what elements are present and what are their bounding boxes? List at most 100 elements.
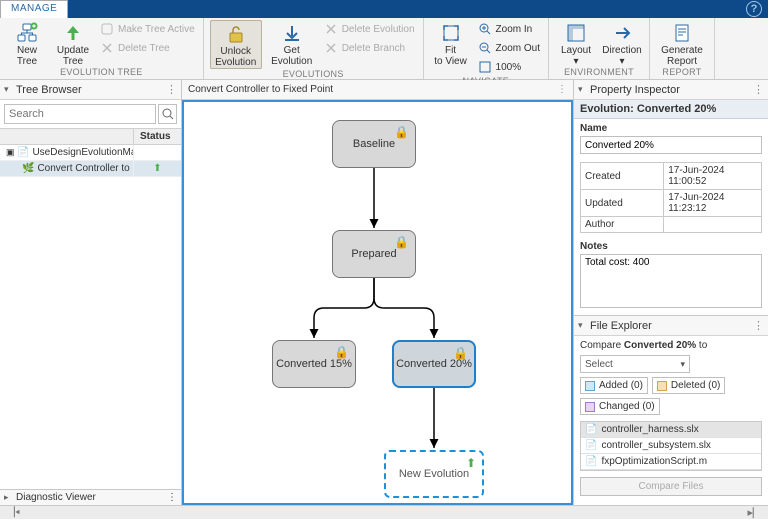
file-item-2[interactable]: 📄fxpOptimizationScript.m (581, 454, 761, 470)
notes-block: Notes (574, 237, 768, 315)
added-label: Added (0) (599, 380, 643, 391)
updated-label: Updated (581, 190, 664, 217)
diag-menu-icon[interactable]: ⋮ (167, 492, 177, 503)
node-converted-20[interactable]: 🔒Converted 20% (392, 340, 476, 388)
status-left-handle[interactable]: ⎹◂ (4, 506, 20, 519)
update-tree-button[interactable]: Update Tree (52, 20, 94, 67)
new-tree-button[interactable]: New Tree (6, 20, 48, 67)
collapse-icon[interactable]: ▾ (4, 84, 14, 95)
new-tree-label: New Tree (17, 45, 37, 67)
file-explorer-menu-icon[interactable]: ⋮ (753, 319, 764, 332)
node-converted-15[interactable]: 🔒Converted 15% (272, 340, 356, 388)
diag-collapse-icon[interactable]: ▸ (4, 492, 14, 503)
make-active-icon (100, 22, 114, 36)
zoom-100-button[interactable]: 100% (476, 58, 542, 76)
direction-label: Direction▾ (602, 45, 641, 67)
node-baseline[interactable]: 🔒Baseline (332, 120, 416, 168)
notes-input[interactable] (580, 254, 762, 308)
search-icon[interactable] (158, 104, 177, 124)
node-new-evolution[interactable]: ⬆New Evolution (384, 450, 484, 498)
zoom-out-button[interactable]: Zoom Out (476, 39, 542, 57)
ribbon-tabs: MANAGE (0, 0, 68, 18)
chevron-down-icon: ▾ (680, 359, 685, 370)
compare-line: Compare Converted 20% to (574, 336, 768, 355)
file-explorer: ▾ File Explorer ⋮ Compare Converted 20% … (574, 315, 768, 502)
compare-target: Converted 20% (624, 340, 696, 351)
compare-suffix: to (696, 340, 707, 351)
arrow-up-icon: ⬆ (466, 456, 476, 470)
layout-label: Layout▾ (561, 45, 591, 67)
file-name: fxpOptimizationScript.m (601, 456, 707, 467)
layout-icon (565, 22, 587, 44)
help-icon[interactable]: ? (746, 1, 762, 17)
author-label: Author (581, 217, 664, 233)
group-label-environment: ENVIRONMENT (555, 67, 643, 79)
status-right-handle[interactable]: ▸⎸ (747, 506, 764, 520)
file-explorer-header: ▾ File Explorer ⋮ (574, 316, 768, 336)
property-inspector-header: ▾ Property Inspector ⋮ (574, 80, 768, 100)
deleted-swatch (657, 381, 667, 391)
row-author: Author (581, 217, 762, 233)
generate-report-button[interactable]: Generate Report (656, 20, 708, 67)
ribbon-group-evolution-tree: New Tree Update Tree Make Tree Active (0, 18, 204, 79)
update-tree-icon (62, 22, 84, 44)
search-input[interactable] (4, 104, 156, 124)
unlock-icon (225, 23, 247, 45)
file-item-1[interactable]: 📄 controller_subsystem.slx (581, 438, 761, 454)
select-value: Select (585, 359, 613, 370)
compare-select[interactable]: Select ▾ (580, 355, 690, 373)
report-icon (671, 22, 693, 44)
collapse-icon[interactable]: ▾ (578, 84, 588, 95)
file-item-0[interactable]: 📄controller_harness.slx (581, 422, 761, 438)
tree-row-root[interactable]: ▣📄UseDesignEvolutionMan (0, 145, 181, 161)
search-row (0, 100, 181, 128)
added-badge[interactable]: Added (0) (580, 377, 648, 394)
fit-to-view-button[interactable]: Fit to View (430, 20, 472, 67)
row-created: Created17-Jun-2024 11:00:52 (581, 163, 762, 190)
file-icon: 📄 (585, 440, 597, 451)
make-active-label: Make Tree Active (118, 24, 195, 35)
get-evolution-button[interactable]: Get Evolution (266, 20, 318, 67)
changed-label: Changed (0) (599, 401, 655, 412)
tree-head: Status (0, 129, 181, 145)
row-updated: Updated17-Jun-2024 11:23:12 (581, 190, 762, 217)
node-prepared[interactable]: 🔒Prepared (332, 230, 416, 278)
diag-title: Diagnostic Viewer (16, 492, 167, 503)
expander-icon[interactable]: ▣ (6, 147, 14, 158)
compare-files-button: Compare Files (580, 477, 762, 496)
tree-browser-menu-icon[interactable]: ⋮ (166, 83, 177, 96)
direction-button[interactable]: Direction▾ (601, 20, 643, 67)
name-input[interactable] (580, 136, 762, 154)
statusbar: ⎹◂ ▸⎸ (0, 505, 768, 519)
right-column: ▾ Property Inspector ⋮ Evolution: Conver… (574, 80, 768, 505)
lock-icon: 🔒 (394, 125, 409, 139)
name-label: Name (580, 123, 762, 134)
updated-value: 17-Jun-2024 11:23:12 (664, 190, 762, 217)
ribbon-group-evolutions: Unlock Evolution Get Evolution Delete Ev… (204, 18, 424, 79)
tree-row-child[interactable]: 🌿Convert Controller to ⬆ (0, 161, 181, 177)
canvas[interactable]: 🔒Baseline 🔒Prepared 🔒Converted 15% 🔒Conv… (182, 100, 573, 505)
node-label: Baseline (353, 138, 395, 150)
tab-manage[interactable]: MANAGE (0, 0, 68, 18)
collapse-icon[interactable]: ▾ (578, 320, 588, 331)
zoom-in-button[interactable]: Zoom In (476, 20, 542, 38)
changed-swatch (585, 402, 595, 412)
created-value: 17-Jun-2024 11:00:52 (664, 163, 762, 190)
layout-button[interactable]: Layout▾ (555, 20, 597, 67)
delete-branch-label: Delete Branch (342, 43, 405, 54)
name-field-block: Name (574, 119, 768, 158)
fit-view-icon (440, 22, 462, 44)
unlock-evolution-button[interactable]: Unlock Evolution (210, 20, 262, 69)
file-explorer-title: File Explorer (590, 320, 753, 332)
canvas-header: Convert Controller to Fixed Point ⋮ (182, 80, 573, 100)
inspector-subhead: Evolution: Converted 20% (574, 100, 768, 119)
status-col-header: Status (133, 129, 181, 144)
delete-tree-label: Delete Tree (118, 43, 170, 54)
canvas-menu-icon[interactable]: ⋮ (557, 84, 567, 95)
deleted-badge[interactable]: Deleted (0) (652, 377, 725, 394)
inspector-menu-icon[interactable]: ⋮ (753, 83, 764, 96)
status-up-icon: ⬆ (153, 163, 161, 174)
diagnostic-viewer-header[interactable]: ▸ Diagnostic Viewer ⋮ (0, 489, 181, 505)
file-name: controller_subsystem.slx (601, 440, 710, 451)
changed-badge[interactable]: Changed (0) (580, 398, 660, 415)
